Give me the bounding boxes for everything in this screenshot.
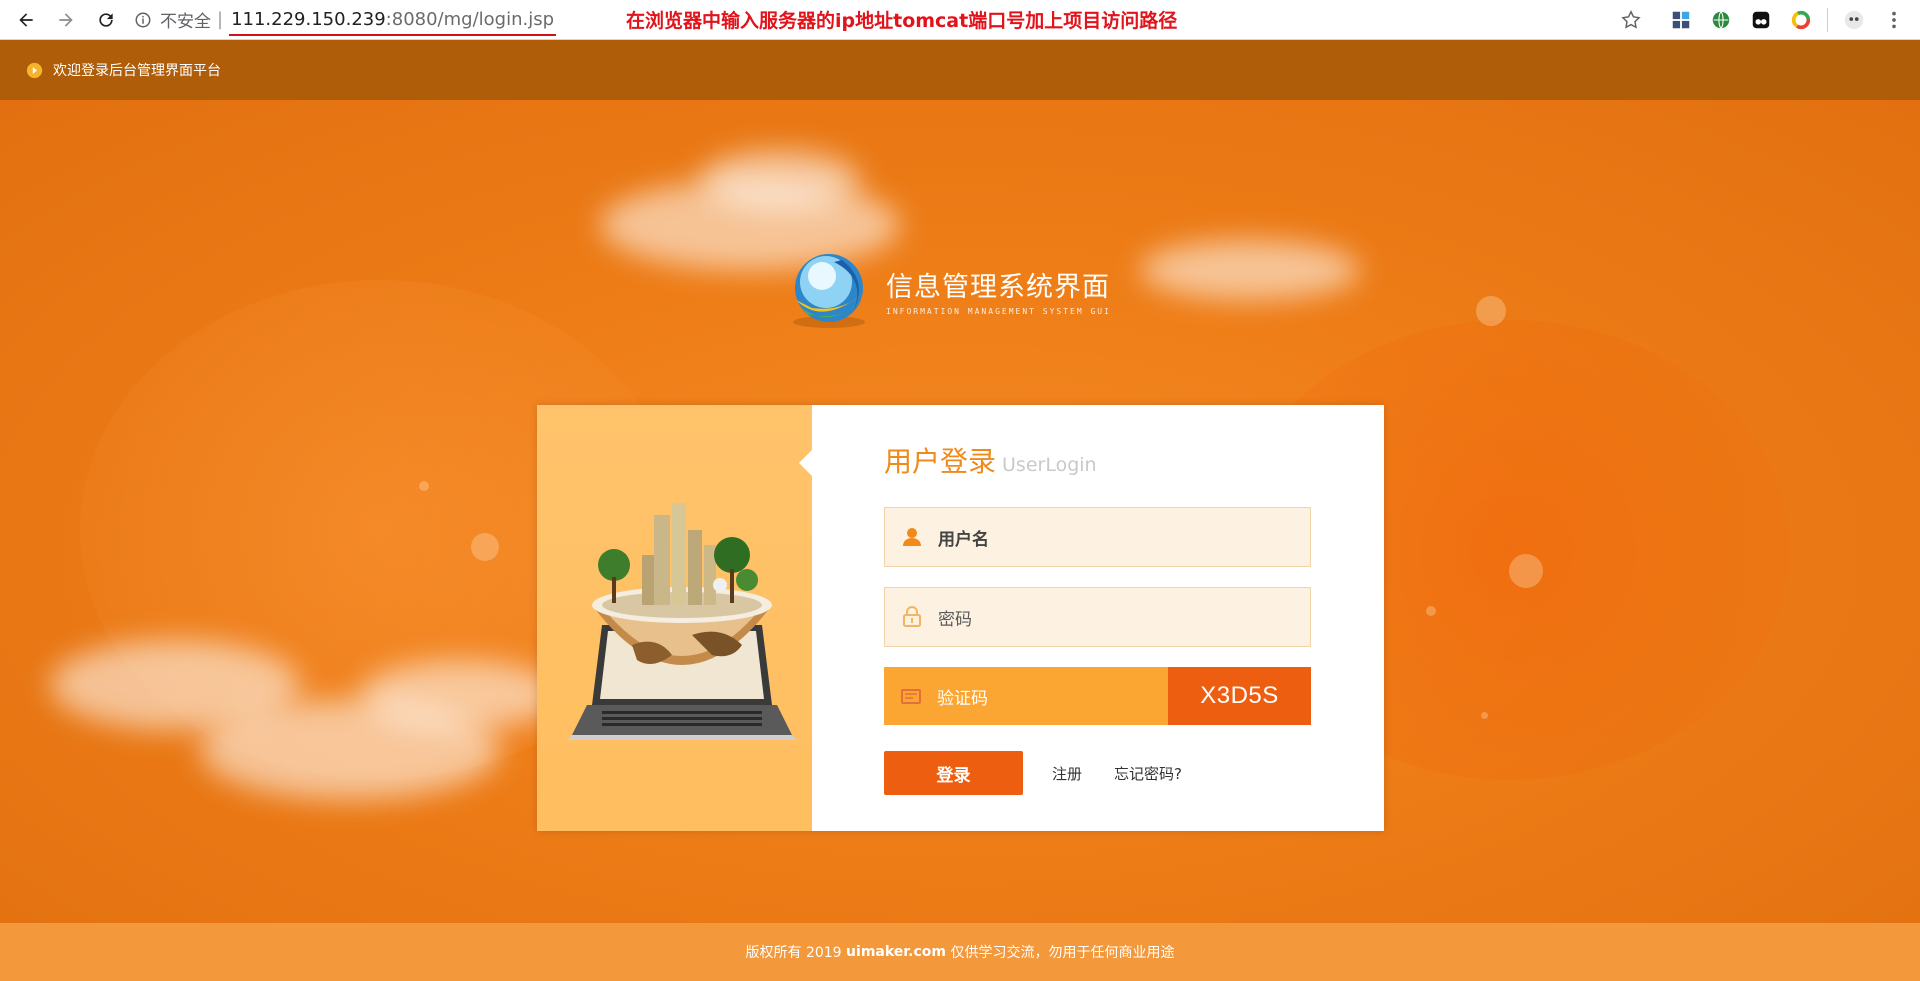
login-title-cn: 用户登录	[884, 445, 997, 478]
browser-extensions	[1611, 0, 1920, 40]
extension-dark[interactable]	[1741, 0, 1781, 40]
logo-subtitle: INFORMATION MANAGEMENT SYSTEM GUI	[886, 306, 1111, 316]
register-link[interactable]: 注册	[1052, 763, 1082, 784]
welcome-text: 欢迎登录后台管理界面平台	[53, 63, 221, 79]
url-text[interactable]: 111.229.150.239:8080/mg/login.jsp	[229, 0, 557, 40]
extension-color-ring[interactable]	[1781, 0, 1821, 40]
footer-suffix: 仅供学习交流，勿用于任何商业用途	[946, 945, 1175, 961]
captcha-row: 验证码 X3D5S	[884, 667, 1311, 725]
security-label: 不安全	[160, 12, 211, 32]
bubble-decoration	[419, 481, 429, 491]
toolbar-divider	[1827, 8, 1828, 32]
laptop-city-illustration	[567, 503, 797, 740]
extension-globe[interactable]	[1701, 0, 1741, 40]
bubble-decoration	[1426, 606, 1436, 616]
footer-brand: uimaker.com	[846, 944, 947, 960]
captcha-image[interactable]: X3D5S	[1168, 667, 1311, 725]
reload-button[interactable]	[86, 0, 126, 40]
annotation-text: 在浏览器中输入服务器的ip地址tomcat端口号加上项目访问路径	[626, 10, 1178, 32]
address-bar[interactable]: 不安全 | 111.229.150.239:8080/mg/login.jsp	[134, 0, 557, 40]
forward-button[interactable]	[46, 0, 86, 40]
forward-arrow-icon	[59, 12, 73, 27]
captcha-field[interactable]: 验证码	[884, 667, 1168, 725]
captcha-placeholder: 验证码	[937, 688, 988, 709]
cloud-decoration	[700, 150, 860, 210]
kebab-menu-icon	[1892, 11, 1896, 29]
logo-text: 信息管理系统界面 INFORMATION MANAGEMENT SYSTEM G…	[886, 265, 1111, 316]
logo-title: 信息管理系统界面	[886, 271, 1110, 303]
url-path: :8080/mg/login.jsp	[385, 9, 555, 30]
cloud-decoration	[1140, 240, 1360, 300]
bubble-decoration	[1476, 296, 1506, 326]
bookmark-star-button[interactable]	[1611, 0, 1651, 40]
captcha-icon	[901, 689, 921, 704]
password-placeholder: 密码	[938, 609, 972, 630]
apps-grid-icon	[1672, 11, 1690, 29]
star-icon	[1621, 10, 1641, 29]
page-footer: 版权所有 2019 uimaker.com 仅供学习交流，勿用于任何商业用途	[0, 923, 1920, 981]
bubble-decoration	[1481, 712, 1488, 719]
system-logo: 信息管理系统界面 INFORMATION MANAGEMENT SYSTEM G…	[782, 248, 1111, 332]
login-title: 用户登录 UserLogin	[884, 440, 1097, 480]
tampermonkey-icon	[1752, 11, 1770, 29]
login-title-en: UserLogin	[1002, 454, 1097, 476]
url-red-underline	[229, 33, 557, 36]
url-separator: |	[217, 9, 224, 30]
color-ring-icon	[1791, 10, 1811, 30]
avatar-icon	[1844, 10, 1864, 30]
extension-grid[interactable]	[1661, 0, 1701, 40]
site-header: 欢迎登录后台管理界面平台	[0, 40, 1920, 100]
forgot-password-link[interactable]: 忘记密码?	[1114, 763, 1182, 784]
url-host: 111.229.150.239	[231, 9, 386, 30]
info-icon[interactable]	[134, 11, 152, 29]
user-icon	[903, 528, 921, 546]
browser-toolbar: 不安全 | 111.229.150.239:8080/mg/login.jsp …	[0, 0, 1920, 40]
password-field[interactable]: 密码	[884, 587, 1311, 647]
username-field[interactable]: 用户名	[884, 507, 1311, 567]
profile-button[interactable]	[1834, 0, 1874, 40]
username-placeholder: 用户名	[938, 529, 989, 550]
menu-button[interactable]	[1874, 0, 1914, 40]
login-button[interactable]: 登录	[884, 751, 1023, 795]
globe-extension-icon	[1712, 11, 1730, 29]
bubble-decoration	[471, 533, 499, 561]
back-arrow-icon	[19, 12, 33, 27]
card-illustration-panel	[537, 405, 812, 831]
footer-prefix: 版权所有 2019	[745, 945, 847, 961]
card-notch	[799, 450, 812, 476]
login-card: 用户登录 UserLogin 用户名 密码 验证码 X3D5S 登录 注册 忘记…	[537, 405, 1384, 831]
globe-logo-icon	[793, 254, 865, 328]
login-form: 用户登录 UserLogin 用户名 密码 验证码 X3D5S 登录 注册 忘记…	[884, 405, 1324, 831]
bubble-decoration	[1509, 554, 1543, 588]
lock-icon	[903, 606, 921, 627]
cloud-decoration	[360, 660, 560, 730]
play-circle-icon	[26, 62, 43, 78]
reload-icon	[99, 12, 113, 27]
back-button[interactable]	[6, 0, 46, 40]
